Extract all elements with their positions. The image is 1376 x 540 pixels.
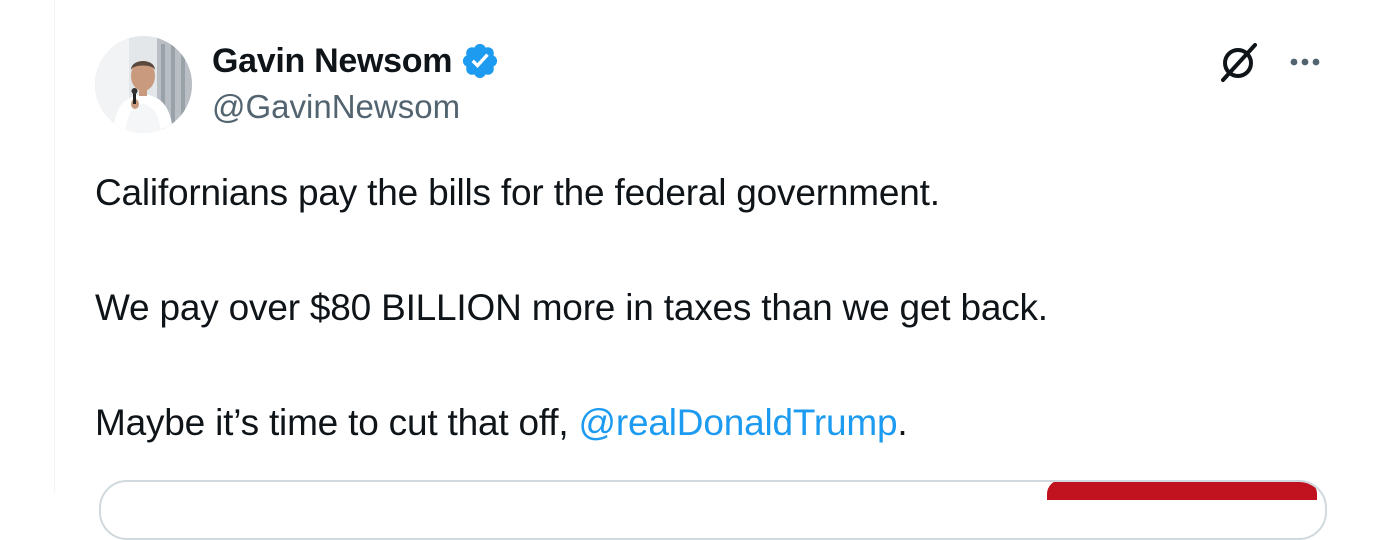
tweet-line-3: Maybe it’s time to cut that off, @realDo… — [95, 400, 1355, 446]
tweet-line-2: We pay over $80 BILLION more in taxes th… — [95, 287, 1048, 328]
tweet-text: Californians pay the bills for the feder… — [95, 170, 1355, 446]
verified-badge-icon[interactable] — [460, 41, 500, 81]
author-handle[interactable]: @GavinNewsom — [212, 88, 460, 126]
tweet-line-1: Californians pay the bills for the feder… — [95, 172, 940, 213]
card-accent-bar — [1047, 482, 1317, 500]
embedded-card[interactable] — [99, 480, 1327, 540]
avatar-photo — [95, 36, 192, 133]
tweet-line-3-suffix: . — [897, 402, 908, 443]
mention-link[interactable]: @realDonaldTrump — [579, 402, 898, 443]
tweet-container[interactable]: Gavin Newsom @GavinNewsom Californians p… — [54, 0, 1376, 540]
display-name[interactable]: Gavin Newsom — [212, 42, 452, 81]
more-dots-icon[interactable] — [1283, 40, 1327, 84]
tweet-line-3-text: Maybe it’s time to cut that off, — [95, 402, 579, 443]
avatar[interactable] — [95, 36, 192, 133]
author-name-row: Gavin Newsom — [212, 40, 500, 82]
grok-slash-circle-icon[interactable] — [1215, 38, 1263, 86]
